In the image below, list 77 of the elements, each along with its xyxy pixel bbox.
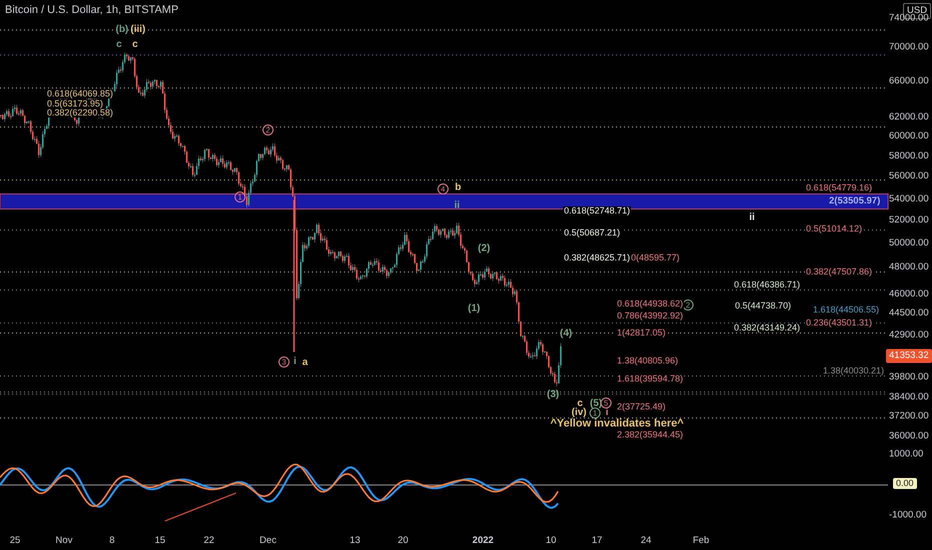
- wave-label: a: [302, 358, 308, 368]
- fib-level-label: 0.5(63173.95): [46, 100, 104, 108]
- wave-label: c: [116, 40, 122, 50]
- price-axis-label: 50000.00: [889, 238, 929, 248]
- fib-level-label: 0.236(43501.31): [805, 318, 874, 328]
- fib-level-label: 0.786(43992.92): [616, 312, 684, 320]
- indicator-axis-label: -1000.00: [889, 510, 927, 520]
- price-axis-label: 52000.00: [889, 215, 929, 225]
- price-axis-label: 66000.00: [889, 76, 929, 86]
- wave-label: (iv): [572, 408, 586, 418]
- time-axis-label: 13: [350, 536, 360, 546]
- wave-label: c: [132, 40, 138, 50]
- wave-label: (b): [116, 25, 128, 35]
- time-axis-label: Nov: [56, 536, 72, 546]
- fib-level-label: 0.5(44738.70): [734, 302, 792, 310]
- indicator-value-label: 0.00: [893, 478, 917, 489]
- indicator-axis-label: 1000.00: [889, 449, 924, 459]
- fib-level-label: 1.38(40030.21): [822, 366, 886, 376]
- fib-level-label: 0.382(43149.24): [733, 324, 802, 332]
- wave-label: ii: [454, 201, 460, 211]
- price-axis-label: 37200.00: [889, 411, 929, 421]
- fib-level-label: 2(53505.97): [828, 196, 882, 206]
- fib-level-label: 0.618(52748.71): [563, 206, 632, 216]
- price-axis-label: 48000.00: [889, 262, 929, 272]
- fib-level-label: 2.382(35944.45): [616, 430, 684, 440]
- time-axis-label: 17: [592, 536, 602, 546]
- price-axis-label: 44500.00: [889, 308, 929, 318]
- time-axis-label: Feb: [692, 536, 710, 546]
- annotation-note: ^Yellow invalidates here^: [550, 418, 684, 430]
- price-axis-label: 58000.00: [889, 151, 929, 161]
- time-axis-label: 15: [154, 536, 166, 546]
- fib-level-label: 0.5(50687.21): [563, 228, 622, 238]
- fib-level-label: 0.5(51014.12): [805, 224, 864, 234]
- time-axis-label: Dec: [260, 536, 276, 546]
- wave-label: ii: [749, 213, 755, 223]
- wave-label: (4): [560, 329, 572, 339]
- fib-level-label: 2(37725.49): [616, 402, 667, 412]
- fib-level-label: 0.618(54779.16): [805, 184, 874, 192]
- time-axis-label: 24: [640, 536, 652, 546]
- price-axis-label: 54000.00: [889, 194, 929, 204]
- fib-level-label: 1(42817.05): [616, 328, 667, 338]
- fib-level-label: 0.618(46386.71): [733, 280, 802, 290]
- wave-label: (3): [546, 390, 560, 400]
- price-axis-label: 62000.00: [889, 112, 929, 122]
- fib-level-label: 1.38(40805.96): [616, 356, 680, 366]
- price-axis-label: 38400.00: [889, 392, 929, 402]
- wave-label: i: [606, 408, 608, 418]
- fib-level-label: 0.382(48625.71): [563, 254, 632, 262]
- price-axis-label: 56000.00: [889, 171, 929, 181]
- price-axis-label: 60000.00: [889, 131, 929, 141]
- fib-level-label: 0(48595.77): [630, 254, 681, 262]
- time-axis-label: 8: [109, 536, 115, 546]
- price-axis-label: 36000.00: [889, 431, 929, 441]
- time-axis-label: 2022: [472, 536, 494, 546]
- wave-label: c: [577, 399, 583, 409]
- fib-level-label: 1.618(39594.78): [616, 374, 684, 384]
- time-axis-label: 25: [10, 536, 20, 546]
- wave-label: (1): [468, 304, 480, 314]
- price-axis-label: 42900.00: [889, 330, 929, 340]
- time-axis-label: 22: [204, 536, 214, 546]
- price-axis-label: 39800.00: [889, 372, 929, 382]
- trend-line: [164, 492, 236, 522]
- price-axis-label: 70000.00: [889, 42, 929, 52]
- fib-level-label: 0.382(62290.58): [46, 108, 114, 118]
- price-axis-label: 46000.00: [889, 289, 929, 299]
- time-axis-label: 10: [546, 536, 556, 546]
- wave-label: i: [294, 357, 296, 367]
- time-axis-label: 20: [398, 536, 408, 546]
- last-price-label: 41353.32: [886, 349, 932, 362]
- chart-title: Bitcoin / U.S. Dollar, 1h, BITSTAMP: [5, 5, 178, 16]
- fib-level-label: 1.618(44506.55): [812, 306, 880, 314]
- wave-label: (2): [478, 244, 490, 254]
- wave-label: (iii): [130, 25, 146, 35]
- wave-label: b: [454, 183, 462, 193]
- fib-level-label: 0.618(44938.62): [616, 300, 684, 308]
- fib-level-label: 0.382(47507.86): [805, 268, 874, 276]
- fib-level-label: 0.618(64069.85): [46, 90, 114, 98]
